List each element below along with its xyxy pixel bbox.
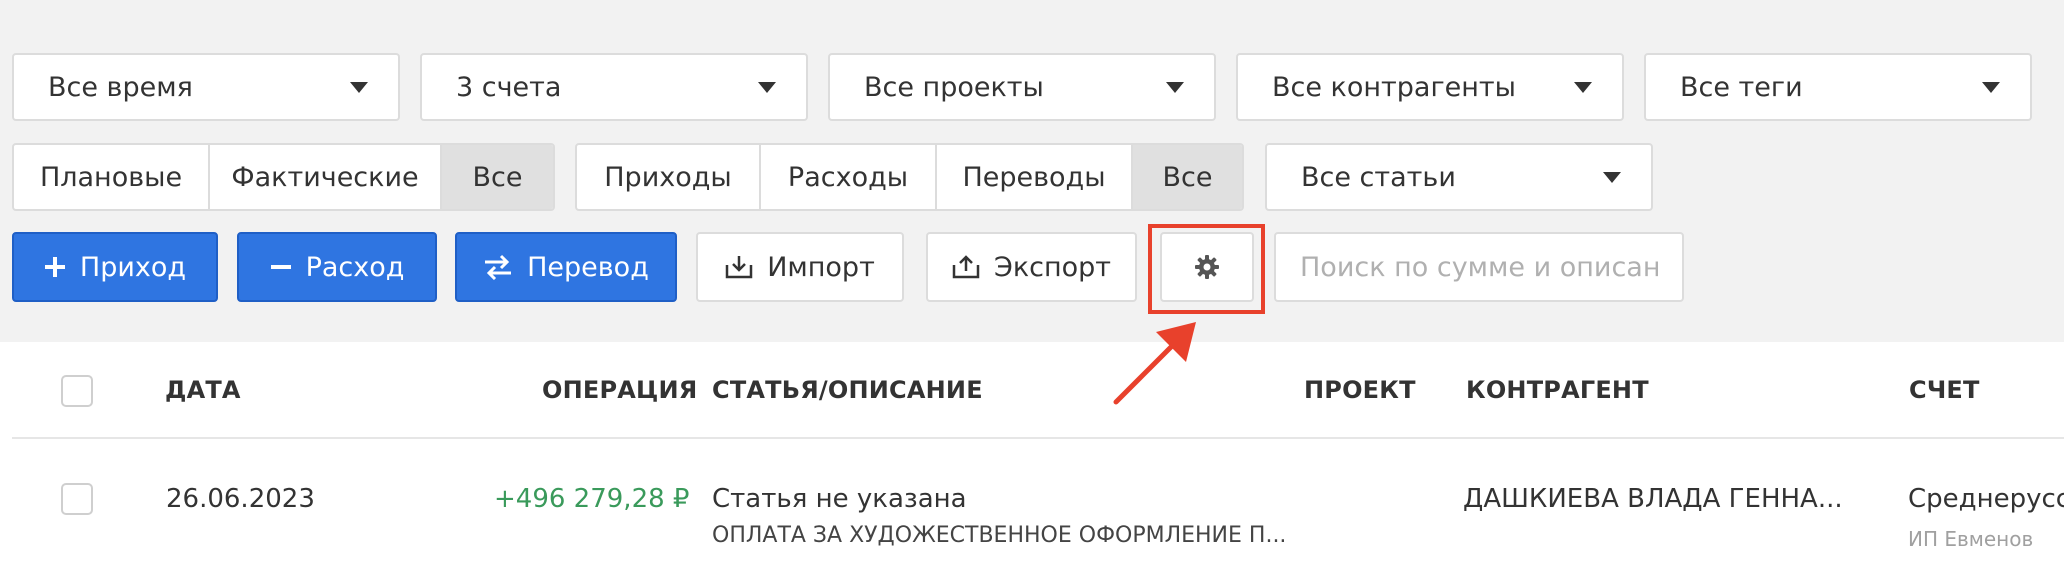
row-date: 26.06.2023 xyxy=(166,484,315,514)
row-article: Статья не указана xyxy=(712,484,967,514)
row-account-owner: ИП Евменов xyxy=(1908,527,2034,551)
direction-segment: Приходы Расходы Переводы Все xyxy=(575,143,1244,211)
row-contractor: ДАШКИЕВА ВЛАДА ГЕННА... xyxy=(1463,484,1843,514)
caret-down-icon xyxy=(1603,172,1621,183)
header-account[interactable]: СЧЕТ xyxy=(1909,376,1980,404)
articles-dropdown-label: Все статьи xyxy=(1301,161,1456,193)
accounts-dropdown-label: 3 счета xyxy=(456,71,562,103)
export-tray-icon xyxy=(952,255,980,279)
plus-icon xyxy=(44,257,65,277)
export-button[interactable]: Экспорт xyxy=(926,232,1137,302)
tags-dropdown[interactable]: Все теги xyxy=(1644,53,2032,121)
swap-arrows-icon xyxy=(485,254,512,280)
caret-down-icon xyxy=(758,82,776,93)
segment-transfers[interactable]: Переводы xyxy=(937,145,1133,209)
import-tray-icon xyxy=(725,256,753,279)
period-dropdown[interactable]: Все время xyxy=(12,53,400,121)
row-checkbox[interactable] xyxy=(61,483,93,515)
segment-expenses[interactable]: Расходы xyxy=(761,145,937,209)
add-transfer-button[interactable]: Перевод xyxy=(455,232,677,302)
row-description: ОПЛАТА ЗА ХУДОЖЕСТВЕННОЕ ОФОРМЛЕНИЕ П... xyxy=(712,523,1287,548)
accounts-dropdown[interactable]: 3 счета xyxy=(420,53,808,121)
select-all-checkbox[interactable] xyxy=(61,375,93,407)
header-date[interactable]: ДАТА xyxy=(165,376,241,404)
export-label: Экспорт xyxy=(993,251,1112,283)
contractors-dropdown-label: Все контрагенты xyxy=(1272,71,1516,103)
projects-dropdown[interactable]: Все проекты xyxy=(828,53,1216,121)
segment-all-types[interactable]: Все xyxy=(442,145,553,209)
contractors-dropdown[interactable]: Все контрагенты xyxy=(1236,53,1624,121)
caret-down-icon xyxy=(1166,82,1184,93)
settings-button[interactable] xyxy=(1160,232,1254,302)
search-input[interactable] xyxy=(1274,232,1684,302)
gear-icon xyxy=(1195,255,1219,279)
header-article[interactable]: СТАТЬЯ/ОПИСАНИЕ xyxy=(712,376,983,404)
header-contractor[interactable]: КОНТРАГЕНТ xyxy=(1466,376,1649,404)
header-project[interactable]: ПРОЕКТ xyxy=(1304,376,1416,404)
add-expense-button[interactable]: Расход xyxy=(237,232,437,302)
add-income-label: Приход xyxy=(79,251,187,283)
tags-dropdown-label: Все теги xyxy=(1680,71,1803,103)
add-income-button[interactable]: Приход xyxy=(12,232,218,302)
segment-incomes[interactable]: Приходы xyxy=(577,145,761,209)
header-divider xyxy=(12,437,2064,439)
caret-down-icon xyxy=(350,82,368,93)
segment-all-directions[interactable]: Все xyxy=(1133,145,1242,209)
caret-down-icon xyxy=(1574,82,1592,93)
segment-actual[interactable]: Фактические xyxy=(210,145,442,209)
import-button[interactable]: Импорт xyxy=(696,232,904,302)
import-label: Импорт xyxy=(767,251,875,283)
add-expense-label: Расход xyxy=(305,251,405,283)
row-amount: +496 279,28 ₽ xyxy=(494,484,690,514)
projects-dropdown-label: Все проекты xyxy=(864,71,1044,103)
period-dropdown-label: Все время xyxy=(48,71,193,103)
minus-icon xyxy=(270,265,291,269)
plan-fact-segment: Плановые Фактические Все xyxy=(12,143,555,211)
caret-down-icon xyxy=(1982,82,2000,93)
add-transfer-label: Перевод xyxy=(527,251,649,283)
annotation-arrow-icon xyxy=(1113,322,1196,405)
header-operation[interactable]: ОПЕРАЦИЯ xyxy=(542,376,697,404)
segment-planned[interactable]: Плановые xyxy=(14,145,210,209)
row-account: Среднерусск xyxy=(1908,484,2064,514)
articles-dropdown[interactable]: Все статьи xyxy=(1265,143,1653,211)
